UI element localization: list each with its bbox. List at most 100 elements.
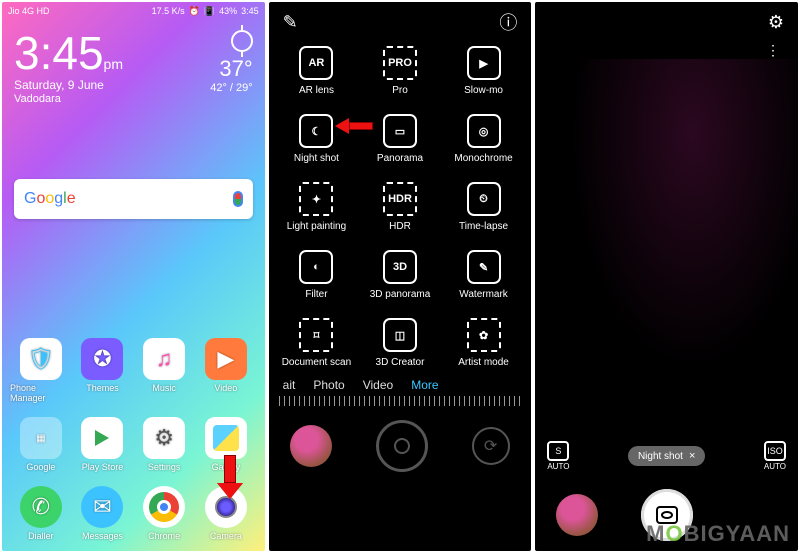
- status-carrier: Jio 4G HD: [8, 6, 50, 16]
- settings-gear-icon[interactable]: ⚙: [768, 12, 784, 33]
- mode-panorama[interactable]: ▭ Panorama: [358, 114, 442, 164]
- ar-icon: AR: [299, 46, 333, 80]
- mode-light-painting[interactable]: ✦Light painting: [275, 182, 359, 232]
- music-icon: ♫: [143, 338, 185, 380]
- mode-label: Slow-mo: [464, 85, 503, 96]
- clock-date: Saturday, 9 June: [14, 78, 123, 92]
- folder-icon: ▦: [20, 417, 62, 459]
- mode-artist[interactable]: ✿Artist mode: [442, 318, 526, 368]
- app-label: Messages: [82, 531, 123, 541]
- app-phone-manager[interactable]: 🛡 Phone Manager: [10, 338, 72, 403]
- weather-block: 37° 42° / 29°: [210, 30, 252, 105]
- app-messages[interactable]: ✉ Messages: [72, 486, 134, 541]
- nightshot-controls: S AUTO Night shot × ISO AUTO: [535, 435, 798, 477]
- pro-icon: PRO: [383, 46, 417, 80]
- app-video[interactable]: ▶ Video: [195, 338, 257, 403]
- edit-icon[interactable]: ✎: [283, 12, 298, 33]
- mode-label: 3D panorama: [370, 289, 431, 300]
- mode-filter[interactable]: ◐Filter: [275, 250, 359, 300]
- shield-icon: 🛡: [20, 338, 62, 380]
- google-logo: Google: [24, 190, 76, 208]
- mic-icon[interactable]: [233, 191, 243, 207]
- app-themes[interactable]: ✪ Themes: [72, 338, 134, 403]
- mode-3d-panorama[interactable]: 3D 3D panorama: [358, 250, 442, 300]
- mode-monochrome[interactable]: ◎Monochrome: [442, 114, 526, 164]
- themes-icon: ✪: [81, 338, 123, 380]
- active-mode-pill[interactable]: Night shot ×: [628, 446, 705, 466]
- slowmo-icon: ▶: [467, 46, 501, 80]
- tab-more[interactable]: More: [411, 378, 438, 392]
- mode-time-lapse[interactable]: ⏲Time-lapse: [442, 182, 526, 232]
- 3d-icon: 3D: [383, 250, 417, 284]
- weather-temp: 37°: [210, 56, 252, 82]
- app-google-folder[interactable]: ▦ Google: [10, 417, 72, 472]
- gallery-thumbnail[interactable]: [556, 494, 598, 536]
- sun-icon: [231, 30, 253, 52]
- mode-pro[interactable]: PROPro: [358, 46, 442, 96]
- app-label: Google: [26, 462, 55, 472]
- tab-video[interactable]: Video: [363, 378, 393, 392]
- mode-label: Filter: [305, 289, 327, 300]
- tab-portrait[interactable]: ait: [283, 378, 296, 392]
- close-icon[interactable]: ×: [689, 450, 695, 462]
- phone-icon: ✆: [20, 486, 62, 528]
- zoom-ruler[interactable]: [279, 396, 522, 406]
- video-icon: ▶: [205, 338, 247, 380]
- overflow-menu-icon[interactable]: ⋮: [766, 42, 780, 58]
- app-label: Play Store: [82, 462, 124, 472]
- camera-mode-grid: AR AR lens PROPro ▶ Slow-mo ☾Night shot ▭ P…: [269, 42, 532, 368]
- info-icon[interactable]: ⓘ: [499, 9, 517, 35]
- mode-label: Watermark: [459, 289, 508, 300]
- weather-range: 42° / 29°: [210, 82, 252, 94]
- mode-document-scan[interactable]: ⌑Document scan: [275, 318, 359, 368]
- watermark-text: MOBIGYAAN: [646, 521, 790, 547]
- app-label: Music: [152, 383, 176, 393]
- clock-time: 3:45pm: [14, 30, 123, 76]
- mode-label: Time-lapse: [459, 221, 508, 232]
- shutter-auto-label: AUTO: [547, 462, 569, 471]
- app-dialler[interactable]: ✆ Dialler: [10, 486, 72, 541]
- mode-label: Light painting: [287, 221, 347, 232]
- tab-photo[interactable]: Photo: [313, 378, 344, 392]
- gear-icon: ⚙: [143, 417, 185, 459]
- mode-watermark[interactable]: ✎ Watermark: [442, 250, 526, 300]
- clock-weather-widget[interactable]: 3:45pm Saturday, 9 June Vadodara 37° 42°…: [2, 20, 265, 109]
- camera-icon: [205, 486, 247, 528]
- status-speed: 17.5 K/s: [152, 6, 185, 16]
- mode-ar-lens[interactable]: AR AR lens: [275, 46, 359, 96]
- mode-label: Night shot: [294, 153, 339, 164]
- gallery-thumbnail[interactable]: [290, 425, 332, 467]
- mode-label: Panorama: [377, 153, 423, 164]
- night-shot-panel: ⚙ ⋮ S AUTO Night shot × ISO AUTO: [535, 2, 798, 551]
- status-time: 3:45: [241, 6, 259, 16]
- mode-night-shot[interactable]: ☾Night shot: [275, 114, 359, 164]
- home-screen-panel: Jio 4G HD 17.5 K/s ⏰ 📳 43% 3:45 3:45pm S…: [2, 2, 265, 551]
- shutter-speed-control[interactable]: S AUTO: [547, 441, 569, 471]
- google-search-bar[interactable]: Google: [14, 179, 253, 219]
- battery-percent: 43%: [219, 6, 237, 16]
- camera-modes-panel: ✎ ⓘ AR AR lens PROPro ▶ Slow-mo ☾Night sho…: [269, 2, 532, 551]
- app-play-store[interactable]: Play Store: [72, 417, 134, 472]
- play-store-icon: [81, 417, 123, 459]
- app-grid: 🛡 Phone Manager ✪ Themes ♫ Music ▶ Video…: [2, 330, 265, 551]
- document-icon: ⌑: [299, 318, 333, 352]
- app-gallery[interactable]: Gallery: [195, 417, 257, 472]
- switch-camera-button-disabled: ⟳: [472, 427, 510, 465]
- camera-viewfinder[interactable]: [535, 59, 798, 435]
- mode-hdr[interactable]: HDRHDR: [358, 182, 442, 232]
- app-camera[interactable]: Camera: [195, 486, 257, 541]
- aperture-icon: [394, 438, 410, 454]
- cube-icon: ◫: [383, 318, 417, 352]
- mode-label: Monochrome: [454, 153, 512, 164]
- alarm-icon: ⏰: [189, 6, 200, 17]
- mode-slow-mo[interactable]: ▶ Slow-mo: [442, 46, 526, 96]
- app-music[interactable]: ♫ Music: [133, 338, 195, 403]
- chrome-icon: [143, 486, 185, 528]
- app-settings[interactable]: ⚙ Settings: [133, 417, 195, 472]
- app-chrome[interactable]: Chrome: [133, 486, 195, 541]
- panorama-icon: ▭: [383, 114, 417, 148]
- watermark-mode-icon: ✎: [467, 250, 501, 284]
- mode-label: AR lens: [299, 85, 334, 96]
- mode-3d-creator[interactable]: ◫3D Creator: [358, 318, 442, 368]
- iso-control[interactable]: ISO AUTO: [764, 441, 786, 471]
